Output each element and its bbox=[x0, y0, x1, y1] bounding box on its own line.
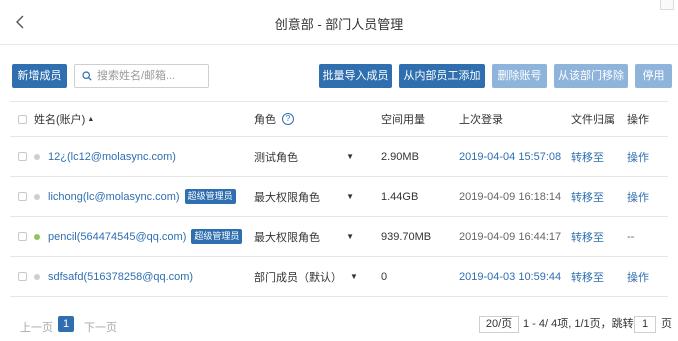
select-all-checkbox[interactable] bbox=[18, 114, 27, 124]
member-name: 12¿ bbox=[48, 150, 67, 163]
role-select[interactable]: 测试角色 ▼ bbox=[254, 137, 354, 176]
member-name-link[interactable]: lichong(lc@molasync.com) bbox=[48, 191, 180, 203]
add-member-button[interactable]: 新增成员 bbox=[12, 64, 67, 88]
space-usage: 1.44GB bbox=[381, 190, 419, 203]
action-link[interactable]: 操作 bbox=[627, 137, 649, 176]
column-role: 角色 ? bbox=[254, 102, 294, 136]
row-checkbox[interactable] bbox=[18, 232, 27, 241]
window-edge-tab bbox=[660, 0, 674, 10]
last-login: 2019-04-09 16:18:14 bbox=[459, 190, 562, 203]
role-select[interactable]: 部门成员（默认） ▼ bbox=[254, 257, 358, 296]
status-dot bbox=[34, 273, 40, 280]
transfer-link[interactable]: 转移至 bbox=[571, 257, 604, 296]
member-email: (564474545@qq.com) bbox=[76, 230, 187, 243]
member-name-link[interactable]: sdfsafd(516378258@qq.com) bbox=[48, 271, 193, 283]
page-size-select[interactable]: 20/页 bbox=[479, 316, 519, 333]
action-placeholder: -- bbox=[627, 230, 635, 243]
add-internal-employee-button[interactable]: 从内部员工添加 bbox=[399, 64, 485, 88]
status-dot bbox=[34, 153, 40, 160]
current-page[interactable]: 1 bbox=[58, 316, 74, 332]
row-checkbox[interactable] bbox=[18, 272, 27, 281]
search-input[interactable] bbox=[97, 68, 205, 84]
space-usage: 0 bbox=[381, 270, 388, 283]
table-row[interactable]: pencil(564474545@qq.com) 超级管理员 最大权限角色 ▼ … bbox=[10, 217, 668, 257]
caret-down-icon[interactable]: ▼ bbox=[350, 272, 358, 281]
table-row[interactable]: lichong(lc@molasync.com) 超级管理员 最大权限角色 ▼ … bbox=[10, 177, 668, 217]
member-email: (516378258@qq.com) bbox=[83, 270, 194, 283]
divider bbox=[0, 44, 678, 45]
pagination-summary: 1 - 4/ 4项, 1/1页，跳转到 bbox=[523, 318, 645, 330]
caret-down-icon[interactable]: ▼ bbox=[346, 152, 354, 161]
column-file-owner: 文件归属 bbox=[571, 114, 615, 126]
member-email: (lc12@molasync.com) bbox=[66, 150, 176, 163]
member-name: sdfsafd bbox=[48, 270, 84, 283]
action-link[interactable]: 操作 bbox=[627, 257, 649, 296]
disable-button[interactable]: 停用 bbox=[635, 64, 672, 88]
action-link[interactable]: 操作 bbox=[627, 177, 649, 216]
select-all-cell bbox=[18, 102, 27, 136]
caret-down-icon[interactable]: ▼ bbox=[346, 232, 354, 241]
next-page-link[interactable]: 下一页 bbox=[84, 319, 117, 335]
title-bar: 创意部 - 部门人员管理 bbox=[0, 0, 678, 44]
member-name-link[interactable]: pencil(564474545@qq.com) bbox=[48, 231, 186, 243]
column-name-label: 姓名(账户) bbox=[34, 114, 86, 126]
table-header: 姓名(账户) ▲ 角色 ? 空间用量 上次登录 文件归属 操作 bbox=[10, 101, 668, 137]
prev-page-link[interactable]: 上一页 bbox=[20, 319, 53, 335]
bulk-import-button[interactable]: 批量导入成员 bbox=[319, 64, 392, 88]
super-admin-badge: 超级管理员 bbox=[184, 189, 236, 204]
role-value: 部门成员（默认） bbox=[254, 271, 342, 284]
caret-down-icon[interactable]: ▼ bbox=[346, 192, 354, 201]
role-select[interactable]: 最大权限角色 ▼ bbox=[254, 217, 354, 256]
page-title: 创意部 - 部门人员管理 bbox=[274, 17, 404, 32]
search-box[interactable] bbox=[74, 64, 209, 88]
page-unit-label: 页 bbox=[661, 318, 672, 330]
column-name[interactable]: 姓名(账户) ▲ bbox=[34, 102, 94, 136]
role-select[interactable]: 最大权限角色 ▼ bbox=[254, 177, 354, 216]
space-usage: 939.70MB bbox=[381, 230, 432, 243]
column-actions: 操作 bbox=[627, 114, 649, 126]
member-name: lichong bbox=[48, 190, 83, 203]
table-row[interactable]: sdfsafd(516378258@qq.com) 部门成员（默认） ▼ 0 2… bbox=[10, 257, 668, 297]
last-login: 2019-04-09 16:44:17 bbox=[459, 230, 562, 243]
delete-account-button[interactable]: 删除账号 bbox=[492, 64, 547, 88]
member-name: pencil bbox=[48, 230, 77, 243]
question-circle-icon[interactable]: ? bbox=[282, 113, 294, 125]
members-table: 姓名(账户) ▲ 角色 ? 空间用量 上次登录 文件归属 操作 12¿(lc12… bbox=[10, 101, 668, 297]
row-checkbox[interactable] bbox=[18, 152, 27, 161]
member-email: (lc@molasync.com) bbox=[82, 190, 180, 203]
page-jump-input[interactable]: 1 bbox=[634, 316, 656, 333]
transfer-link[interactable]: 转移至 bbox=[571, 217, 604, 256]
online-status-dot bbox=[34, 233, 40, 240]
transfer-link[interactable]: 转移至 bbox=[571, 177, 604, 216]
space-usage: 2.90MB bbox=[381, 150, 419, 163]
member-name-link[interactable]: 12¿(lc12@molasync.com) bbox=[48, 151, 176, 163]
role-value: 最大权限角色 bbox=[254, 231, 320, 244]
role-value: 测试角色 bbox=[254, 151, 298, 164]
transfer-link[interactable]: 转移至 bbox=[571, 137, 604, 176]
row-checkbox[interactable] bbox=[18, 192, 27, 201]
column-space: 空间用量 bbox=[381, 114, 425, 126]
column-role-label: 角色 bbox=[254, 114, 276, 126]
remove-from-department-button[interactable]: 从该部门移除 bbox=[554, 64, 628, 88]
last-login[interactable]: 2019-04-04 15:57:08 bbox=[459, 137, 561, 176]
table-row[interactable]: 12¿(lc12@molasync.com) 测试角色 ▼ 2.90MB 201… bbox=[10, 137, 668, 177]
last-login[interactable]: 2019-04-03 10:59:44 bbox=[459, 257, 561, 296]
sort-up-icon[interactable]: ▲ bbox=[87, 116, 94, 123]
super-admin-badge: 超级管理员 bbox=[191, 229, 243, 244]
status-dot bbox=[34, 193, 40, 200]
search-icon bbox=[82, 71, 92, 81]
role-value: 最大权限角色 bbox=[254, 191, 320, 204]
column-last-login: 上次登录 bbox=[459, 114, 503, 126]
